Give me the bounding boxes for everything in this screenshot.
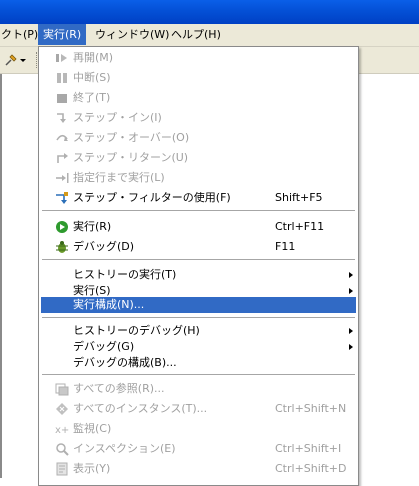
menu-item-label: インスペクション(E): [73, 442, 176, 455]
menu-item-terminate[interactable]: 終了(T): [41, 88, 356, 108]
step-over-icon: [56, 134, 68, 141]
menu-item-run-to-line[interactable]: 指定行まで実行(L): [41, 168, 356, 188]
menu-item-all-instances[interactable]: すべてのインスタンス(T)... Ctrl+Shift+N: [41, 399, 356, 419]
menu-item-label: 実行構成(N)...: [73, 298, 145, 311]
menu-item-label: すべての参照(R)...: [73, 382, 165, 395]
menu-item-shortcut: Shift+F5: [275, 191, 323, 204]
menu-item-shortcut: Ctrl+Shift+D: [275, 462, 347, 475]
menu-item-suspend[interactable]: 中断(S): [41, 68, 356, 88]
svg-text:x+y: x+y: [55, 425, 69, 436]
menu-item-step-return[interactable]: ステップ・リターン(U): [41, 148, 356, 168]
menu-item-shortcut: Ctrl+Shift+N: [275, 402, 347, 415]
watch-icon: x+y: [55, 425, 69, 436]
menu-help[interactable]: ヘルプ(H): [166, 24, 226, 45]
menu-item-label: ステップ・フィルターの使用(F): [73, 191, 231, 204]
menu-item-label: 指定行まで実行(L): [73, 171, 165, 184]
menu-bar: クト(P) 実行(R) ウィンドウ(W) ヘルプ(H): [0, 24, 419, 47]
menu-item-label: 表示(Y): [73, 462, 111, 475]
run-to-line-icon: [56, 173, 69, 183]
menu-window[interactable]: ウィンドウ(W): [90, 24, 174, 45]
submenu-arrow-icon: [349, 272, 353, 278]
suspend-icon: [57, 73, 67, 83]
menu-item-inspect[interactable]: インスペクション(E) Ctrl+Shift+I: [41, 439, 356, 459]
menu-item-watch[interactable]: x+y 監視(C): [41, 419, 356, 439]
menu-item-label: 実行(R): [73, 220, 112, 233]
menu-item-all-references[interactable]: すべての参照(R)...: [41, 379, 356, 399]
pin-icon[interactable]: [4, 53, 18, 67]
step-into-icon: [57, 113, 66, 123]
resume-icon: [56, 54, 67, 62]
menu-item-debug-configurations[interactable]: デバッグの構成(B)...: [41, 353, 356, 373]
menu-separator: [42, 374, 355, 376]
menu-item-display[interactable]: 表示(Y) Ctrl+Shift+D: [41, 459, 356, 479]
menu-item-label: ステップ・リターン(U): [73, 151, 189, 164]
terminate-icon: [57, 94, 67, 103]
menu-item-step-into[interactable]: ステップ・イン(I): [41, 108, 356, 128]
menu-item-resume[interactable]: 再開(M): [41, 48, 356, 68]
menu-item-shortcut: Ctrl+Shift+I: [275, 442, 342, 455]
menu-item-label: ステップ・オーバー(O): [73, 131, 190, 144]
menu-separator: [42, 317, 355, 319]
step-filter-icon: [56, 192, 68, 204]
all-instances-icon: [56, 403, 68, 415]
menu-item-label: デバッグ(D): [73, 240, 135, 253]
menu-separator: [42, 259, 355, 261]
menu-item-run-configurations[interactable]: 実行構成(N)...: [41, 297, 356, 313]
menu-item-label: ステップ・イン(I): [73, 111, 162, 124]
menu-item-label: すべてのインスタンス(T)...: [73, 402, 208, 415]
menu-item-step-over[interactable]: ステップ・オーバー(O): [41, 128, 356, 148]
step-return-icon: [57, 153, 68, 163]
inspect-icon: [56, 443, 69, 456]
menu-item-shortcut: F11: [275, 240, 296, 253]
editor-edge: [0, 74, 2, 478]
submenu-arrow-icon: [349, 288, 353, 294]
menu-item-label: 終了(T): [73, 91, 111, 104]
run-icon: [56, 221, 68, 233]
menu-item-label: デバッグの構成(B)...: [73, 356, 177, 369]
menu-item-run[interactable]: 実行(R) Ctrl+F11: [41, 217, 356, 237]
menu-item-label: 監視(C): [73, 422, 112, 435]
menu-item-use-step-filters[interactable]: ステップ・フィルターの使用(F) Shift+F5: [41, 188, 356, 208]
debug-icon: [56, 241, 68, 253]
dropdown-arrow-icon[interactable]: [20, 59, 26, 62]
submenu-arrow-icon: [349, 328, 353, 334]
menu-item-debug[interactable]: デバッグ(D) F11: [41, 237, 356, 257]
menu-separator: [42, 210, 355, 212]
submenu-arrow-icon: [349, 344, 353, 350]
run-menu-dropdown: 再開(M) 中断(S) 終了(T) ステップ・イン(I) ステップ・オーバー(O…: [38, 46, 359, 486]
menu-run[interactable]: 実行(R): [38, 24, 87, 45]
menu-item-label: 中断(S): [73, 71, 111, 84]
menu-item-label: 再開(M): [73, 51, 114, 64]
menu-item-shortcut: Ctrl+F11: [275, 220, 325, 233]
menu-project[interactable]: クト(P): [0, 24, 43, 45]
all-references-icon: [55, 383, 69, 396]
window-title-bar: [0, 0, 419, 24]
display-icon: [56, 462, 68, 476]
